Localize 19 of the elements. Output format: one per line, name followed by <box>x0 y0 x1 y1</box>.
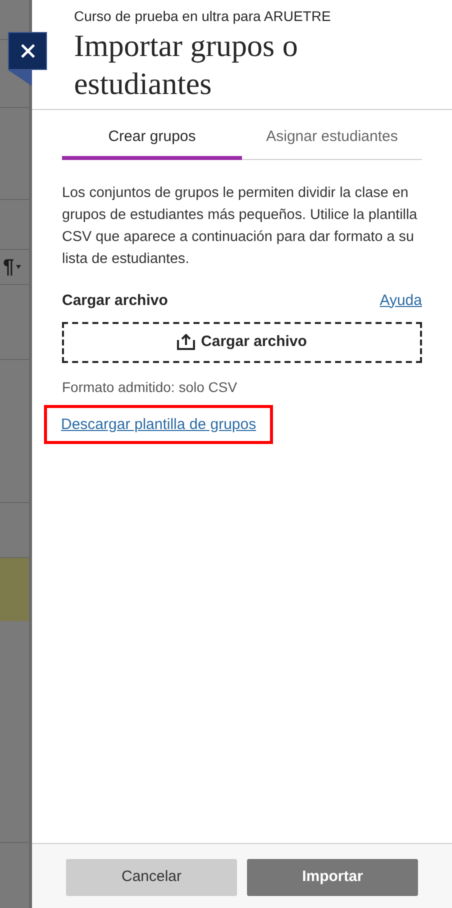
course-name: Curso de prueba en ultra para ARUETRE <box>74 7 332 26</box>
close-button[interactable] <box>8 32 47 70</box>
format-note: Formato admitido: solo CSV <box>62 378 238 396</box>
caret-icon <box>16 265 22 269</box>
tab[interactable]: Crear grupos <box>62 118 242 160</box>
import-button[interactable]: Importar <box>247 859 418 896</box>
help-link[interactable]: Ayuda <box>380 290 422 312</box>
tab[interactable]: Asignar estudiantes <box>242 118 422 160</box>
panel-title: Importar grupos o estudiantes <box>74 27 299 103</box>
description-text: Los conjuntos de grupos le permiten dividir la clase en grupos de estudiantes más pequeños. Utilice la plantilla CSV que aparece a continuación para dar formato a su lista de estudiantes. <box>62 184 418 268</box>
close-icon <box>20 43 36 59</box>
download-template-link[interactable]: Descargar plantilla de grupos <box>61 416 256 432</box>
paragraph-glyph[interactable]: ¶ <box>0 257 14 277</box>
upload-label: Cargar archivo <box>62 290 168 310</box>
upload-button[interactable]: Cargar archivo <box>62 322 422 362</box>
upload-icon <box>177 334 196 350</box>
panel-fold-icon <box>8 70 32 86</box>
highlighted-row <box>0 558 29 621</box>
cancel-button[interactable]: Cancelar <box>66 859 237 896</box>
